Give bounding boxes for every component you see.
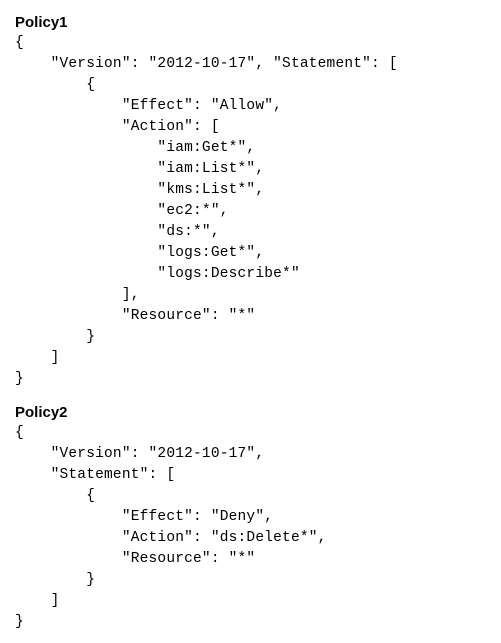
policy1-code-block: { "Version": "2012-10-17", "Statement": … (15, 33, 486, 390)
policy2-title: Policy2 (15, 404, 486, 421)
policy2-code-block: { "Version": "2012-10-17", "Statement": … (15, 423, 486, 633)
policy1-title: Policy1 (15, 14, 486, 31)
